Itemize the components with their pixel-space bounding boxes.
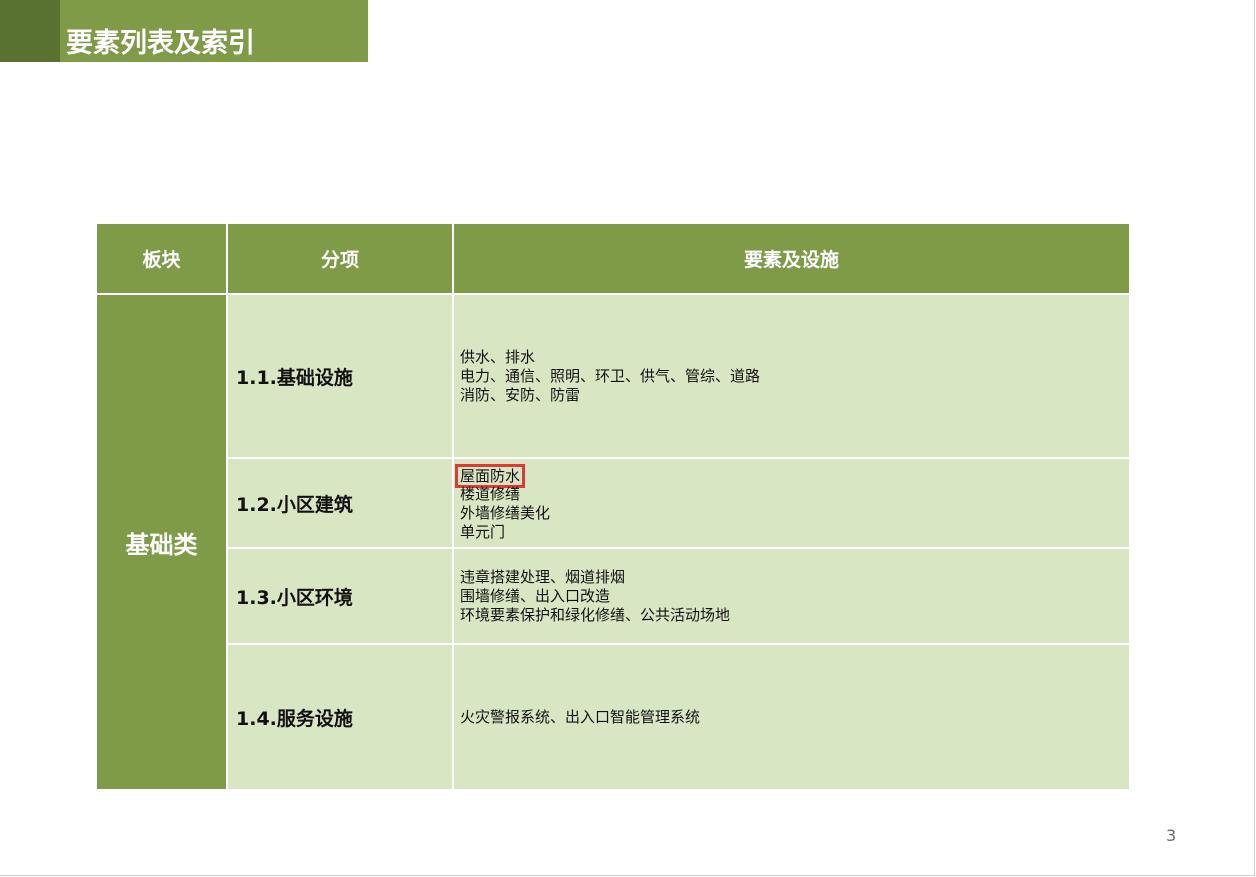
table-row: 1.2.小区建筑 屋面防水 楼道修缮 外墙修缮美化 单元门: [96, 457, 1131, 549]
sub-cell: 1.4.服务设施: [226, 643, 454, 791]
table-row: 1.3.小区环境 违章搭建处理、烟道排烟 围墙修缮、出入口改造 环境要素保护和绿…: [96, 547, 1131, 645]
item-line: 消防、安防、防雷: [460, 385, 581, 404]
item-line: 火灾警报系统、出入口智能管理系统: [460, 707, 701, 726]
sub-cell: 1.1.基础设施: [226, 293, 454, 459]
table-row: 基础类 1.1.基础设施 供水、排水 电力、通信、照明、环卫、供气、管综、道路 …: [95, 293, 1131, 791]
item-line: 电力、通信、照明、环卫、供气、管综、道路: [460, 366, 761, 385]
items-cell: 屋面防水 楼道修缮 外墙修缮美化 单元门: [452, 457, 1131, 549]
header-items: 要素及设施: [452, 222, 1131, 295]
item-line: 外墙修缮美化: [460, 504, 551, 522]
title-accent: [0, 0, 60, 62]
item-line: 单元门: [460, 523, 506, 541]
item-line: 违章搭建处理、烟道排烟: [460, 567, 626, 586]
item-line: 环境要素保护和绿化修缮、公共活动场地: [460, 605, 731, 624]
page-number: 3: [1166, 826, 1177, 845]
sub-cell: 1.3.小区环境: [226, 547, 454, 645]
slide-title: 要素列表及索引: [66, 28, 255, 59]
sub-cell: 1.2.小区建筑: [226, 457, 454, 549]
title-bar: 要素列表及索引: [0, 0, 368, 62]
block-cell: 基础类: [95, 293, 228, 791]
items-cell: 违章搭建处理、烟道排烟 围墙修缮、出入口改造 环境要素保护和绿化修缮、公共活动场…: [452, 547, 1131, 645]
item-line: 围墙修缮、出入口改造: [460, 586, 611, 605]
table-row: 1.4.服务设施 火灾警报系统、出入口智能管理系统: [96, 643, 1131, 791]
item-line: 供水、排水: [460, 347, 536, 366]
elements-table: 板块 分项 要素及设施 基础类 1.1.基础设施 供水、排水 电力、通信、照明、…: [95, 222, 1131, 791]
items-cell: 供水、排水 电力、通信、照明、环卫、供气、管综、道路 消防、安防、防雷: [452, 293, 1131, 459]
items-cell: 火灾警报系统、出入口智能管理系统: [452, 643, 1131, 791]
table-header-row: 板块 分项 要素及设施: [95, 222, 1131, 295]
header-sub: 分项: [226, 222, 454, 295]
header-block: 板块: [95, 222, 228, 295]
item-line: 楼道修缮: [460, 485, 521, 503]
